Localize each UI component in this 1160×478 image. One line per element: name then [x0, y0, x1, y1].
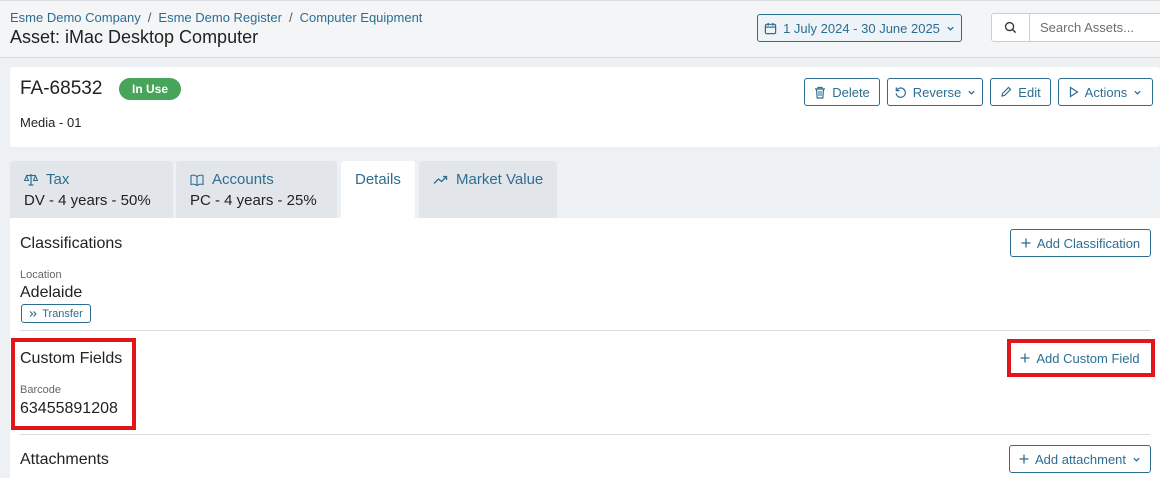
trend-up-icon — [433, 175, 448, 184]
asset-subtitle: Media - 01 — [20, 115, 82, 130]
add-attachment-label: Add attachment — [1034, 451, 1127, 467]
section-divider — [20, 434, 1150, 435]
actions-button[interactable]: Actions — [1058, 78, 1153, 106]
search-input[interactable] — [1030, 14, 1160, 41]
tab-accounts-label: Accounts — [212, 171, 274, 188]
tab-tax-value: DV - 4 years - 50% — [24, 192, 151, 209]
pencil-icon — [1001, 86, 1012, 97]
status-badge: In Use — [119, 78, 181, 100]
section-divider — [20, 330, 1150, 331]
search-box — [991, 13, 1160, 42]
asset-id: FA-68532 — [20, 78, 103, 99]
reverse-button-label: Reverse — [912, 84, 962, 100]
tab-accounts-value: PC - 4 years - 25% — [190, 192, 317, 209]
tab-details[interactable]: Details — [341, 161, 415, 218]
highlight-box-add-custom-field — [1007, 339, 1155, 377]
breadcrumb-register-link[interactable]: Esme Demo Register — [158, 10, 282, 25]
breadcrumb-separator: / — [288, 10, 293, 25]
transfer-button-label: Transfer — [42, 307, 83, 320]
tab-accounts[interactable]: Accounts PC - 4 years - 25% — [176, 161, 337, 218]
edit-button-label: Edit — [1018, 84, 1041, 100]
breadcrumb-company-link[interactable]: Esme Demo Company — [10, 10, 141, 25]
chevron-down-icon — [1133, 457, 1140, 462]
trash-icon — [815, 86, 826, 99]
attachments-title: Attachments — [20, 451, 109, 468]
book-icon — [190, 174, 204, 186]
location-value: Adelaide — [20, 284, 83, 301]
chevron-down-icon — [968, 90, 975, 95]
search-button[interactable] — [992, 14, 1030, 41]
location-label: Location — [20, 269, 62, 281]
delete-button-label: Delete — [832, 84, 870, 100]
add-classification-label: Add Classification — [1036, 235, 1141, 251]
search-icon — [1004, 21, 1017, 34]
details-panel: Classifications Add Classification Locat… — [10, 218, 1160, 478]
calendar-icon — [764, 22, 777, 34]
play-icon — [1069, 86, 1079, 98]
edit-button[interactable]: Edit — [990, 78, 1051, 106]
actions-button-label: Actions — [1084, 84, 1128, 100]
top-bar: Esme Demo Company / Esme Demo Register / Com… — [0, 0, 1160, 58]
asset-header-card: FA-68532 In Use Media - 01 Delete Revers… — [10, 67, 1160, 147]
date-range-button[interactable]: 1 July 2024 - 30 June 2025 — [757, 14, 962, 42]
tab-tax[interactable]: Tax DV - 4 years - 50% — [10, 161, 173, 218]
tab-details-label: Details — [355, 171, 401, 188]
add-classification-button[interactable]: Add Classification — [1010, 229, 1151, 257]
asset-tabs: Tax DV - 4 years - 50% Accounts PC - 4 y… — [0, 161, 1160, 218]
tab-market-value-header: Market Value — [433, 171, 543, 188]
plus-icon — [1021, 238, 1031, 248]
double-chevron-right-icon — [29, 310, 37, 317]
transfer-button[interactable]: Transfer — [21, 304, 91, 323]
scale-icon — [24, 174, 38, 186]
classifications-title: Classifications — [20, 235, 123, 252]
highlight-box-custom-fields — [11, 338, 136, 430]
breadcrumb: Esme Demo Company / Esme Demo Register / Com… — [10, 10, 422, 25]
chevron-down-icon — [947, 26, 954, 31]
delete-button[interactable]: Delete — [804, 78, 880, 106]
tab-accounts-header: Accounts — [190, 171, 274, 188]
tab-details-header: Details — [355, 171, 401, 188]
tab-tax-header: Tax — [24, 171, 69, 188]
date-range-label: 1 July 2024 - 30 June 2025 — [783, 20, 940, 36]
page-title: Asset: iMac Desktop Computer — [10, 27, 259, 47]
breadcrumb-separator: / — [147, 10, 152, 25]
reverse-button[interactable]: Reverse — [887, 78, 983, 106]
tab-tax-label: Tax — [46, 171, 70, 188]
undo-icon — [895, 86, 906, 98]
add-attachment-button[interactable]: Add attachment — [1009, 445, 1151, 473]
tab-market-value-label: Market Value — [456, 171, 544, 188]
tab-market-value[interactable]: Market Value — [419, 161, 557, 218]
chevron-down-icon — [1134, 90, 1141, 95]
plus-icon — [1019, 454, 1029, 464]
breadcrumb-category-link[interactable]: Computer Equipment — [300, 10, 423, 25]
